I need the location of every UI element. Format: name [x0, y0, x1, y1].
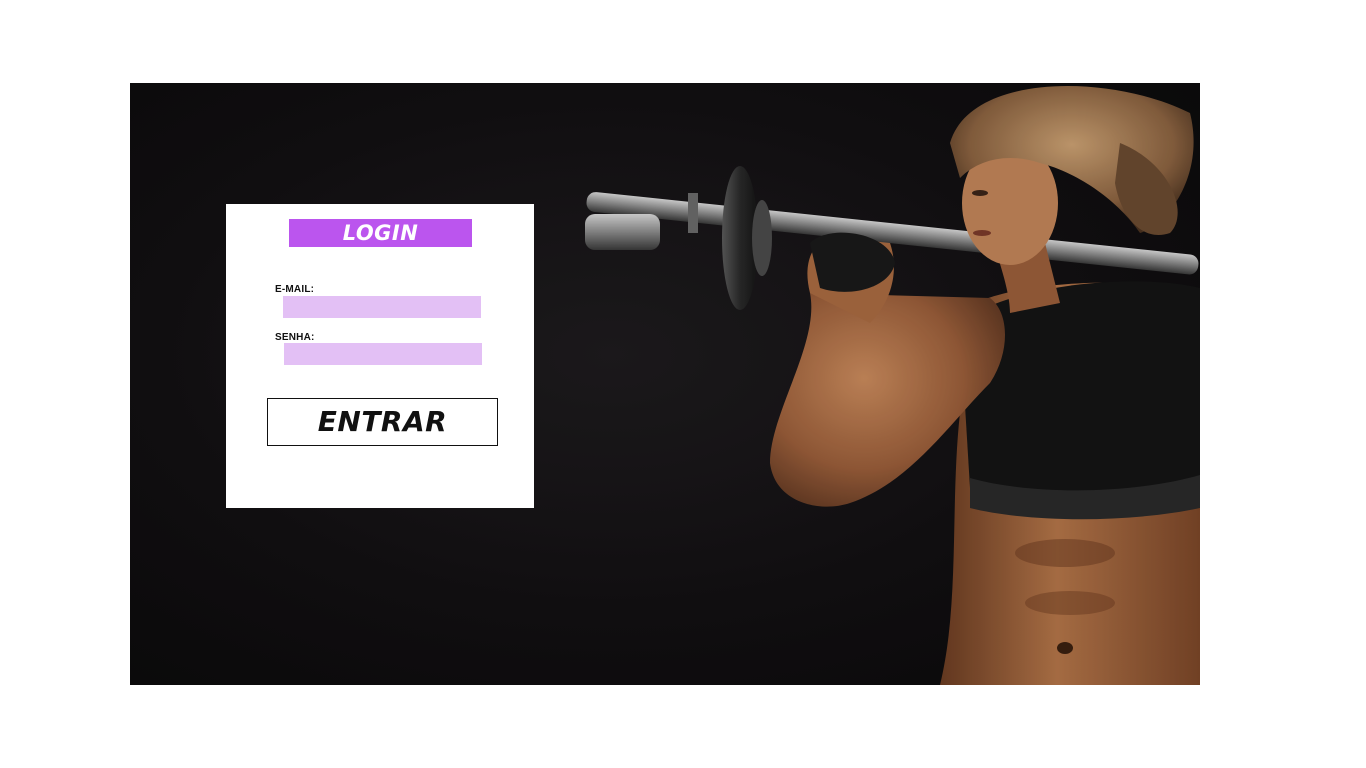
login-title: LOGIN [289, 219, 472, 247]
login-card: LOGIN E-MAIL: SENHA: ENTRAR [226, 204, 534, 508]
enter-button[interactable]: ENTRAR [267, 398, 498, 446]
hero-background: LOGIN E-MAIL: SENHA: ENTRAR [130, 83, 1200, 685]
password-label: SENHA: [275, 332, 315, 343]
password-field[interactable] [284, 343, 482, 365]
email-field[interactable] [283, 296, 481, 318]
email-label: E-MAIL: [275, 284, 315, 295]
